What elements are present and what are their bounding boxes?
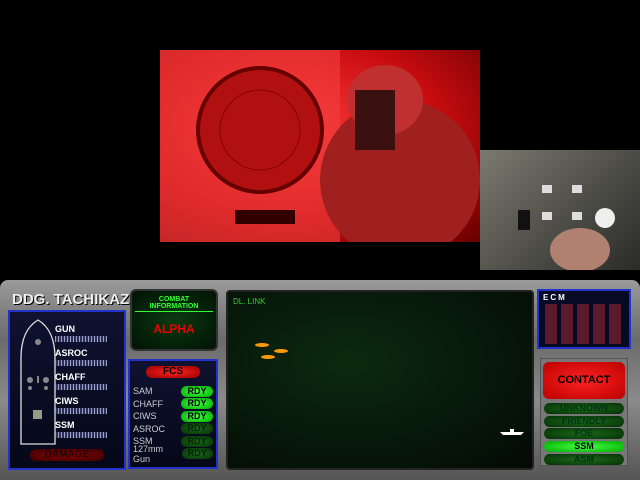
weapon-list: GUN ASROC CHAFF CIWS SSM bbox=[55, 324, 107, 444]
fcs-system-label: 127mm Gun bbox=[133, 443, 164, 464]
weapon-label: CHAFF bbox=[55, 372, 86, 382]
weapon-bar bbox=[55, 336, 107, 342]
fcs-status-button[interactable]: RDY bbox=[181, 385, 213, 397]
weapon-bar bbox=[55, 360, 107, 366]
fcs-row: 127mm Gun RDY bbox=[133, 444, 213, 464]
contact-marker bbox=[255, 343, 269, 347]
datalink-contacts bbox=[255, 343, 524, 435]
contact-marker bbox=[261, 355, 275, 359]
damage-button[interactable]: DAMAGE bbox=[30, 449, 104, 461]
fcs-system-label: SAM bbox=[133, 386, 153, 397]
weapon-label: SSM bbox=[55, 420, 75, 430]
contact-marker bbox=[274, 349, 288, 353]
ship-status-panel: GUN ASROC CHAFF CIWS SSM DAMAGE bbox=[8, 310, 126, 470]
weapon-label: CIWS bbox=[55, 396, 79, 406]
contact-filter-asm[interactable]: ASM bbox=[544, 453, 624, 465]
control-panel-video bbox=[480, 150, 640, 270]
ecm-panel: ECM bbox=[537, 289, 631, 349]
contact-panel: CONTACT UNKNOWN FRIENDLY FOE SSM ASM bbox=[540, 358, 628, 466]
fcs-status-button[interactable]: RDY bbox=[181, 423, 213, 435]
fcs-system-label: CHAFF bbox=[133, 398, 163, 409]
contact-filter-foe[interactable]: FOE bbox=[544, 428, 624, 440]
fcs-system-label: ASROC bbox=[133, 423, 166, 434]
ecm-readout bbox=[545, 304, 623, 344]
ship-diagram bbox=[20, 319, 56, 445]
weapon-bar bbox=[55, 384, 107, 390]
fcs-status-button[interactable]: RDY bbox=[181, 410, 213, 422]
weapon-label: GUN bbox=[55, 324, 75, 334]
datalink-display[interactable]: DL. LINK bbox=[226, 290, 534, 470]
combat-info-header: COMBAT INFORMATION bbox=[135, 296, 213, 312]
contact-filter-ssm[interactable]: SSM bbox=[544, 441, 624, 453]
weapon-bar bbox=[55, 432, 107, 438]
contact-button[interactable]: CONTACT bbox=[543, 362, 625, 399]
combat-info-value: ALPHA bbox=[153, 322, 195, 336]
fcs-status-button[interactable]: RDY bbox=[181, 435, 213, 447]
fcs-row: CHAFF RDY bbox=[133, 398, 213, 411]
fcs-row: SAM RDY bbox=[133, 385, 213, 398]
combat-info-panel: COMBAT INFORMATION ALPHA bbox=[130, 289, 218, 351]
cutscene-video bbox=[160, 50, 480, 242]
fcs-system-label: CIWS bbox=[133, 411, 157, 422]
fcs-panel: FCS SAM RDY CHAFF RDY CIWS RDY ASROC RDY SSM RDY 1… bbox=[128, 359, 218, 469]
weapon-label: ASROC bbox=[55, 348, 88, 358]
fcs-status-button[interactable]: RDY bbox=[181, 448, 213, 460]
fcs-status-button[interactable]: RDY bbox=[181, 398, 213, 410]
ecm-title: ECM bbox=[543, 293, 567, 302]
ship-name: DDG. TACHIKAZE bbox=[12, 291, 140, 308]
fcs-row: ASROC RDY bbox=[133, 423, 213, 436]
fcs-row: CIWS RDY bbox=[133, 410, 213, 423]
fcs-button[interactable]: FCS bbox=[146, 366, 200, 378]
radar-scope-image bbox=[160, 50, 480, 242]
weapon-bar bbox=[55, 408, 107, 414]
contact-filter-unknown[interactable]: UNKNOWN bbox=[544, 403, 624, 414]
contact-filter-friendly[interactable]: FRIENDLY bbox=[544, 415, 624, 427]
own-ship-marker bbox=[500, 429, 524, 435]
